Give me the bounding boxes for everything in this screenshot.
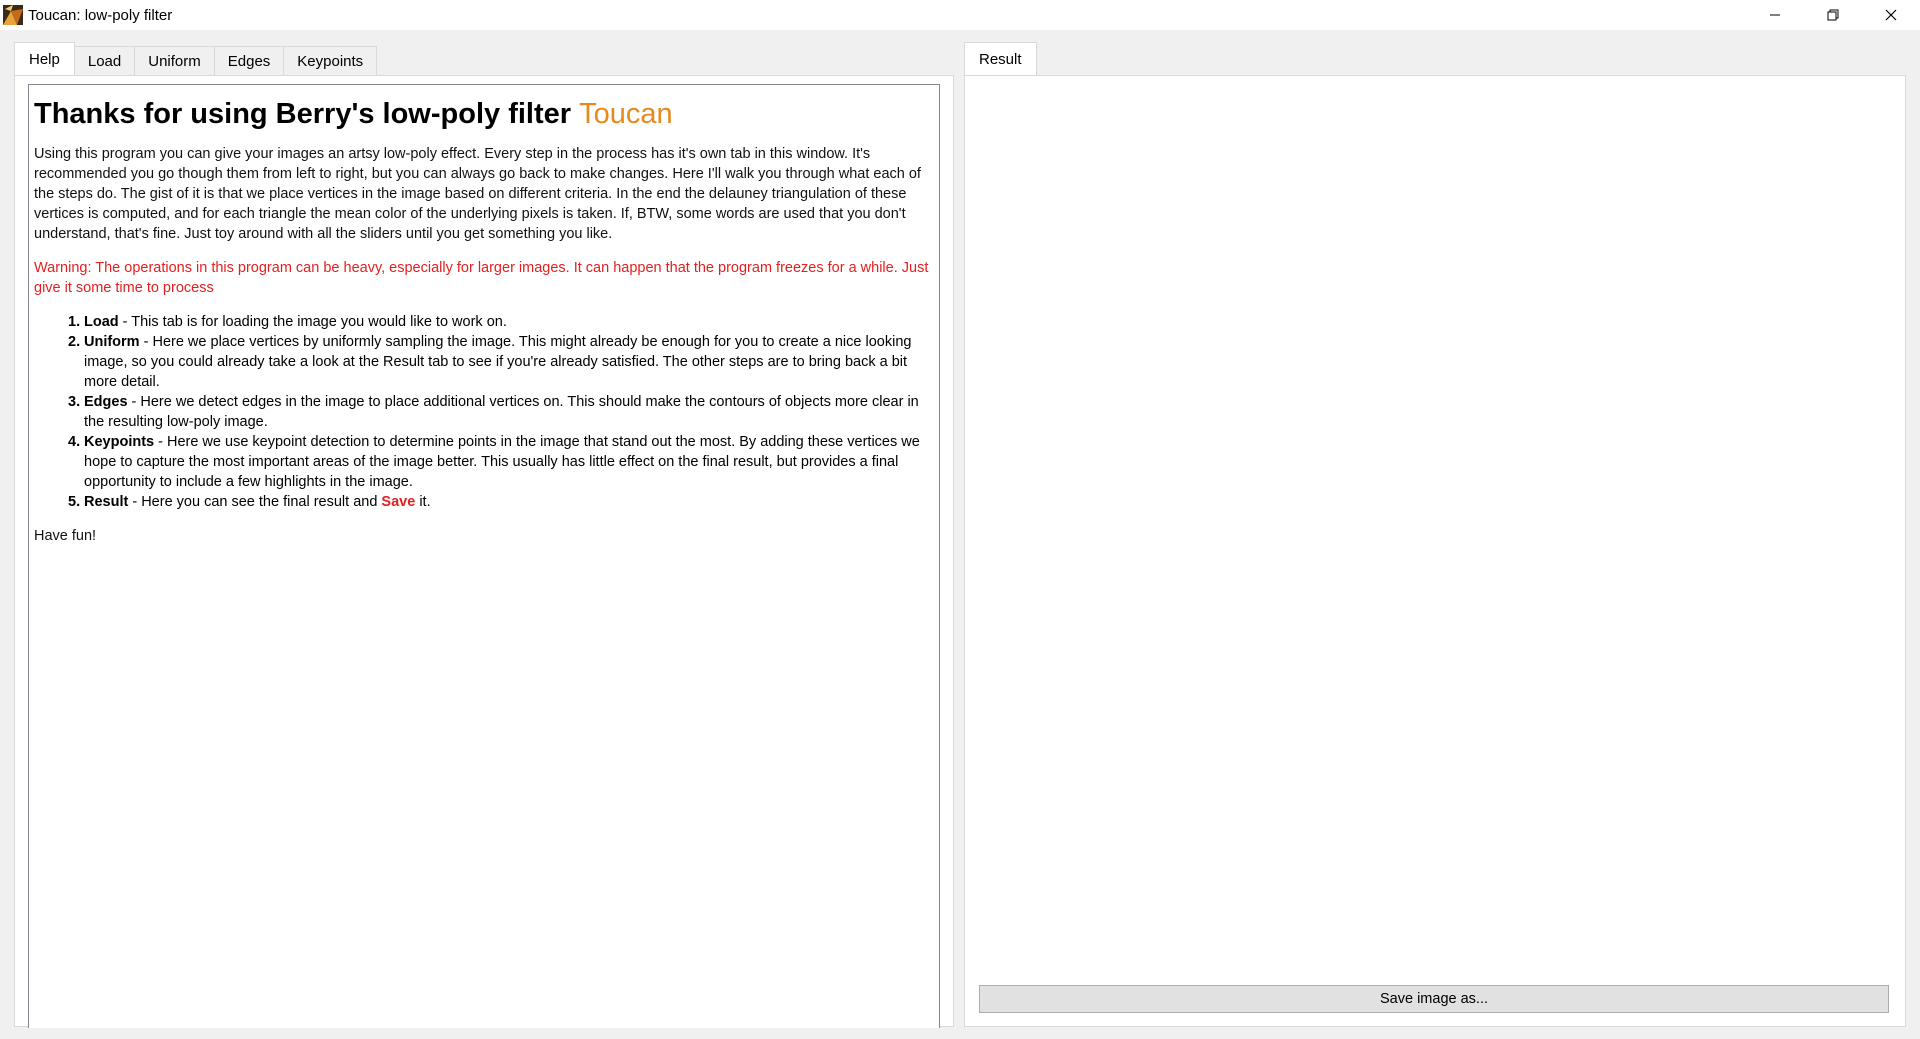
help-outro: Have fun! — [34, 528, 97, 544]
list-item: 1. Load - This tab is for loading the ima… — [68, 314, 507, 330]
restore-button[interactable] — [1804, 0, 1862, 30]
tab-help[interactable]: Help — [14, 42, 75, 75]
list-item: 5. Result - Here you can see the final re… — [68, 494, 431, 510]
window-controls — [1746, 0, 1920, 30]
tab-result[interactable]: Result — [964, 42, 1037, 75]
list-item: 3. Edges - Here we detect edges in the im… — [68, 394, 919, 430]
help-title: Thanks for using Berry's low-poly filter… — [34, 98, 673, 130]
minimize-icon — [1770, 14, 1780, 16]
window-title: Toucan: low-poly filter — [28, 6, 173, 24]
tab-keypoints[interactable]: Keypoints — [283, 46, 378, 75]
right-tab-bar: Result — [964, 42, 1037, 75]
tab-load[interactable]: Load — [73, 46, 136, 75]
left-tab-widget: Thanks for using Berry's low-poly filter… — [14, 42, 954, 1028]
list-item: 4. Keypoints - Here we use keypoint detec… — [68, 434, 920, 490]
result-tab-panel: Save image as... — [964, 75, 1906, 1027]
left-tab-bar: Help Load Uniform Edges Keypoints — [14, 42, 378, 75]
help-text-browser[interactable]: Thanks for using Berry's low-poly filter… — [28, 84, 940, 1028]
help-warning: Warning: The operations in this program … — [34, 260, 929, 296]
steps-list: 1. Load - This tab is for loading the ima… — [68, 312, 934, 512]
close-icon — [1885, 9, 1897, 21]
save-image-button[interactable]: Save image as... — [979, 985, 1889, 1013]
toucan-app-icon — [3, 5, 23, 25]
list-item: 2. Uniform - Here we place vertices by un… — [68, 334, 912, 390]
close-button[interactable] — [1862, 0, 1920, 30]
minimize-button[interactable] — [1746, 0, 1804, 30]
tab-edges[interactable]: Edges — [213, 46, 285, 75]
help-intro: Using this program you can give your ima… — [34, 146, 921, 242]
tab-uniform[interactable]: Uniform — [134, 46, 215, 75]
right-tab-widget: Save image as... Result — [964, 42, 1906, 1027]
help-tab-panel: Thanks for using Berry's low-poly filter… — [14, 75, 954, 1028]
title-bar: Toucan: low-poly filter — [0, 0, 1920, 30]
restore-icon — [1827, 9, 1839, 21]
help-title-accent: Toucan — [579, 98, 673, 130]
save-highlight: Save — [381, 494, 416, 510]
